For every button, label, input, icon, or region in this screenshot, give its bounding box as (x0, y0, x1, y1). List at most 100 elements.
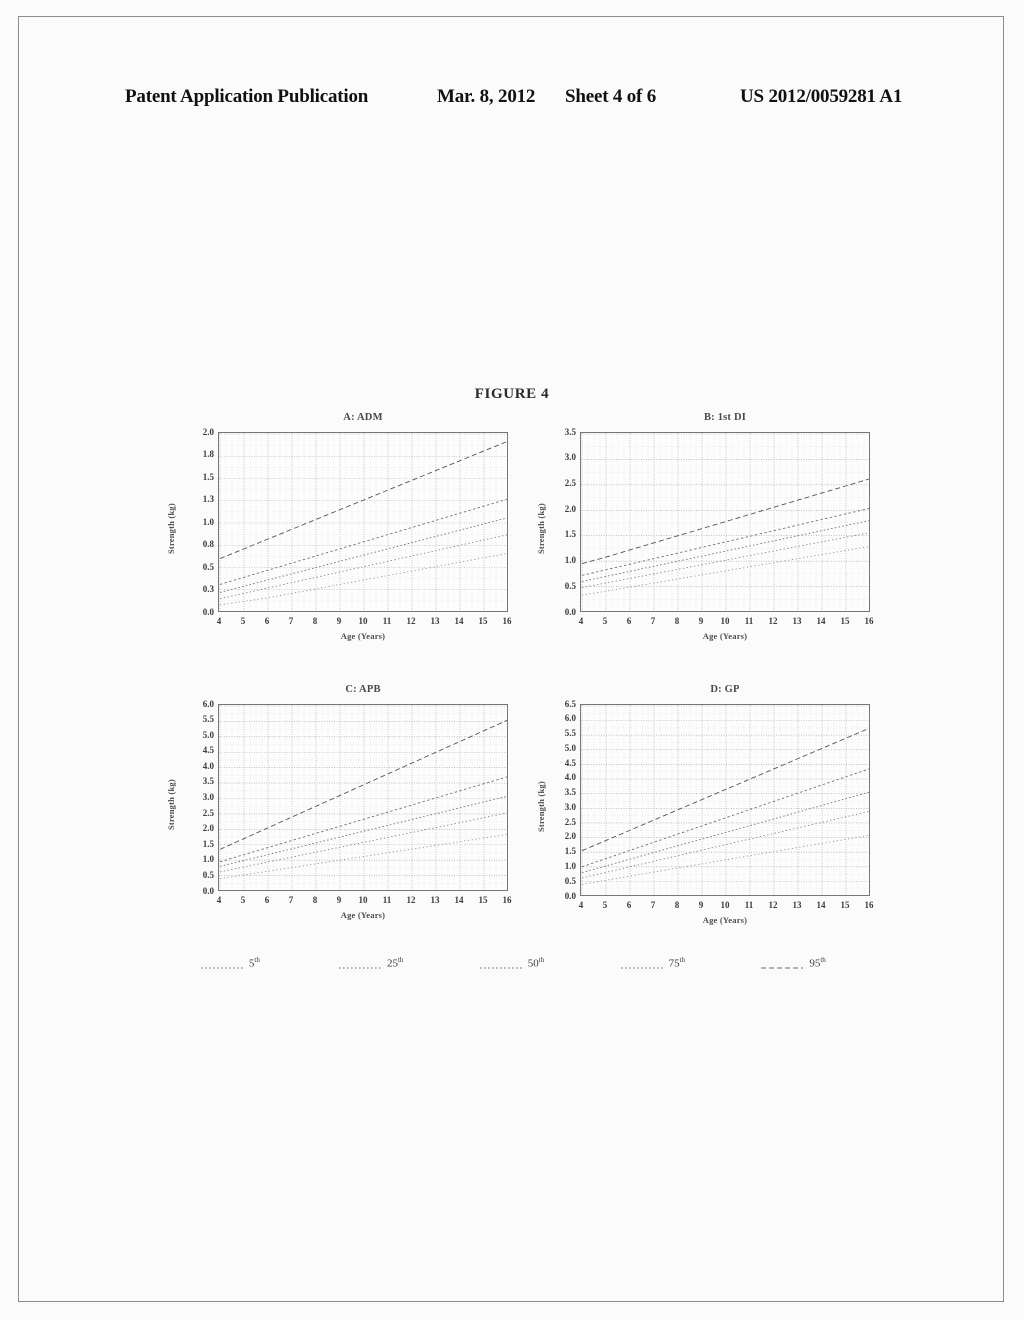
x-tick-label: 11 (382, 895, 392, 905)
y-tick-label: 1.5 (564, 846, 576, 857)
x-tick-label: 14 (816, 900, 826, 910)
x-tick-label: 4 (578, 616, 584, 626)
y-tick-label: 2.0 (202, 426, 214, 437)
y-axis-label: Strength (kg) (166, 778, 176, 830)
series-line-50th (219, 517, 507, 593)
y-tick-label: 1.0 (564, 860, 576, 871)
chart-panel-d: D: GP Strength (kg) 6.5 6.0 5.5 5.0 4.5 4.0 3.5 3… (530, 684, 874, 930)
y-tick-label: 1.5 (564, 529, 576, 540)
y-tick-label: 0.5 (202, 561, 214, 572)
y-axis-ticks: 3.5 3.0 2.5 2.0 1.5 1.0 0.5 0.0 (550, 427, 576, 616)
x-axis-label: Age (Years) (702, 631, 748, 641)
x-tick-label: 16 (502, 616, 512, 626)
x-tick-label: 14 (816, 616, 826, 626)
x-tick-label: 11 (744, 616, 754, 626)
figure-panels: A: ADM Strength (kg) 2.0 1.8 1.5 1.3 1.0 0.8 0.5… (160, 412, 874, 982)
y-axis-label: Strength (kg) (536, 781, 546, 832)
x-tick-label: 12 (768, 616, 778, 626)
legend-item: 25th (301, 956, 442, 970)
x-tick-label: 5 (602, 900, 608, 910)
chart-panel-b: B: 1st DI Strength (kg) 3.5 3.0 2.5 2.0 1.5 1.0… (530, 412, 874, 646)
y-tick-label: 1.0 (202, 516, 214, 527)
x-tick-label: 7 (288, 616, 294, 626)
legend-item: 50th (442, 956, 583, 970)
x-tick-label: 13 (792, 616, 802, 626)
x-tick-label: 4 (578, 900, 584, 910)
header-sheet: Sheet 4 of 6 (565, 86, 657, 107)
x-tick-label: 10 (358, 616, 368, 626)
y-tick-label: 4.0 (564, 772, 576, 783)
x-axis-label: Age (Years) (340, 910, 386, 920)
y-tick-label: 3.5 (564, 787, 576, 798)
x-tick-label: 4 (216, 616, 222, 626)
x-tick-label: 7 (288, 895, 294, 905)
x-tick-label: 8 (312, 895, 318, 905)
panel-title: B: 1st DI (703, 412, 747, 423)
x-tick-label: 6 (626, 616, 632, 626)
y-tick-label: 5.5 (564, 728, 576, 739)
plot-area (218, 704, 508, 891)
legend-line-swatch (761, 959, 804, 969)
y-tick-label: 3.5 (564, 426, 576, 437)
x-tick-label: 14 (454, 616, 464, 626)
y-tick-label: 3.0 (564, 801, 576, 812)
chart-panel-c: C: APB Strength (kg) 6.0 5.5 5.0 4.5 4.0 3.5 3.0… (160, 684, 512, 925)
x-tick-label: 13 (430, 895, 440, 905)
x-axis-ticks: 4 5 6 7 8 9 10 11 12 13 14 15 16 (579, 616, 874, 630)
x-tick-label: 8 (674, 900, 680, 910)
panel-title: C: APB (345, 684, 381, 695)
y-axis-label: Strength (kg) (536, 503, 546, 554)
figure-legend: 5th 25th 50th 75th 95th (160, 948, 864, 978)
y-tick-label: 4.0 (202, 760, 214, 771)
y-tick-label: 4.5 (564, 757, 576, 768)
x-tick-label: 15 (478, 616, 488, 626)
y-tick-label: 6.0 (564, 713, 576, 724)
y-tick-label: 6.0 (202, 698, 214, 709)
x-tick-label: 6 (264, 616, 270, 626)
y-tick-label: 3.5 (202, 776, 214, 787)
y-tick-label: 0.5 (202, 869, 214, 880)
y-tick-label: 0.3 (202, 584, 214, 594)
chart-panel-a: A: ADM Strength (kg) 2.0 1.8 1.5 1.3 1.0 0.8 0.5… (160, 412, 512, 646)
x-tick-label: 10 (720, 616, 730, 626)
panel-title: A: ADM (343, 412, 383, 423)
x-tick-label: 14 (454, 895, 464, 905)
y-tick-label: 3.0 (202, 792, 214, 802)
y-tick-label: 2.5 (202, 807, 214, 818)
figure-title: FIGURE 4 (474, 386, 550, 402)
y-tick-label: 1.0 (564, 555, 576, 566)
plot-area (580, 432, 870, 612)
y-tick-label: 3.0 (564, 452, 576, 463)
y-axis-ticks: 6.0 5.5 5.0 4.5 4.0 3.5 3.0 2.5 2.0 1.5 1.0 0.5 0.0 (188, 699, 214, 895)
x-tick-label: 8 (312, 616, 318, 626)
x-tick-label: 4 (216, 895, 222, 905)
x-tick-label: 9 (336, 895, 342, 905)
legend-label: 5th (248, 956, 260, 970)
x-tick-label: 11 (744, 900, 754, 910)
x-tick-label: 6 (626, 900, 632, 910)
x-tick-label: 5 (602, 616, 608, 626)
y-tick-label: 5.5 (202, 714, 214, 725)
legend-label: 95th (809, 956, 826, 970)
legend-label: 25th (386, 956, 404, 970)
y-axis-label: Strength (kg) (166, 503, 176, 554)
y-tick-label: 2.5 (564, 477, 576, 488)
patent-page: Patent Application Publication Mar. 8, 2… (0, 0, 1024, 1320)
x-tick-label: 16 (502, 895, 512, 905)
y-tick-label: 5.0 (564, 742, 576, 753)
y-tick-label: 0.8 (202, 539, 214, 549)
y-axis-ticks: 2.0 1.8 1.5 1.3 1.0 0.8 0.5 0.3 0.0 (188, 427, 214, 616)
x-axis-ticks: 4 5 6 7 8 9 10 11 12 13 14 15 16 (217, 895, 512, 909)
y-tick-label: 1.5 (202, 838, 214, 849)
legend-line-swatch (338, 959, 381, 969)
x-tick-label: 7 (650, 616, 656, 626)
x-axis-ticks: 4 5 6 7 8 9 10 11 12 13 14 15 16 (217, 616, 512, 630)
x-tick-label: 9 (698, 900, 704, 910)
series-line-95th (219, 441, 507, 560)
legend-label: 75th (668, 956, 686, 970)
legend-item: 5th (160, 956, 301, 970)
legend-line-swatch (620, 959, 663, 969)
series-line-25th (581, 532, 869, 588)
x-tick-label: 11 (382, 616, 392, 626)
x-tick-label: 15 (478, 895, 488, 905)
